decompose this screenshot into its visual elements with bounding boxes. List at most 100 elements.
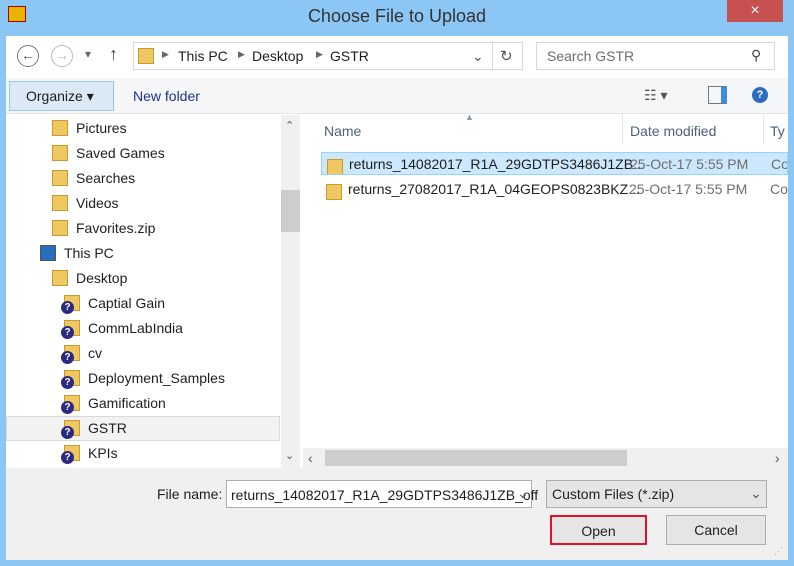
new-folder-button[interactable]: New folder — [133, 88, 200, 104]
unknown-folder-icon: ? — [61, 370, 80, 389]
tree-item-label: KPIs — [88, 445, 118, 461]
chevron-down-icon[interactable]: ⌄ — [472, 48, 484, 65]
searches-folder-icon — [52, 170, 68, 186]
tree-item[interactable]: Pictures — [52, 116, 127, 141]
window-title: Choose File to Upload — [307, 6, 487, 26]
file-name: returns_27082017_R1A_04GEOPS0823BKZ... — [348, 181, 640, 197]
tree-item[interactable]: Searches — [52, 166, 135, 191]
divider — [492, 43, 493, 69]
forward-button[interactable]: → — [51, 45, 73, 67]
tree-item-label: Pictures — [76, 120, 127, 136]
tree-item-label: Searches — [76, 170, 136, 186]
chevron-down-icon: ⌄ — [750, 485, 762, 501]
computer-icon — [40, 245, 56, 261]
tree-item[interactable]: Desktop — [52, 266, 127, 291]
tree-item-label: Desktop — [76, 270, 128, 286]
file-date: 25-Oct-17 5:55 PM — [629, 181, 748, 197]
scrollbar-thumb[interactable] — [325, 450, 627, 466]
file-type-select[interactable]: Custom Files (*.zip) ⌄ — [546, 480, 767, 508]
tree-item-label: cv — [88, 345, 102, 361]
saved-games-folder-icon — [52, 145, 68, 161]
unknown-folder-icon: ? — [61, 445, 80, 464]
file-row[interactable]: returns_27082017_R1A_04GEOPS0823BKZ... 25… — [321, 178, 788, 201]
zip-folder-icon — [52, 220, 68, 236]
folder-icon — [138, 48, 154, 64]
cancel-button[interactable]: Cancel — [666, 515, 766, 545]
breadcrumb-gstr[interactable]: GSTR — [330, 48, 369, 64]
divider — [622, 115, 623, 145]
tree-item[interactable]: This PC — [40, 241, 114, 266]
view-options-icon[interactable]: ☷ ▾ — [644, 87, 667, 104]
tree-item[interactable]: Videos — [52, 191, 119, 216]
tree-item[interactable]: ? KPIs — [61, 441, 118, 466]
tree-item-label: Captial Gain — [88, 295, 166, 311]
file-type: Co — [771, 156, 788, 172]
tree-scrollbar[interactable]: ⌃ ⌄ — [281, 115, 300, 468]
pictures-folder-icon — [52, 120, 68, 136]
back-button[interactable]: ← — [17, 45, 39, 67]
toolbar — [6, 78, 788, 114]
file-type-value: Custom Files (*.zip) — [552, 486, 675, 502]
unknown-folder-icon: ? — [61, 320, 80, 339]
tree-item[interactable]: ? CommLabIndia — [61, 316, 183, 341]
file-name-input[interactable]: returns_14082017_R1A_29GDTPS3486J1ZB_off… — [226, 480, 538, 508]
chevron-right-icon: ▶ — [162, 49, 169, 59]
chevron-down-icon[interactable]: ⌄ — [517, 485, 529, 502]
search-icon: ⚲ — [751, 47, 762, 63]
tree-item[interactable]: Favorites.zip — [52, 216, 155, 241]
file-date: 25-Oct-17 5:55 PM — [630, 156, 749, 172]
videos-folder-icon — [52, 195, 68, 211]
divider — [763, 115, 764, 145]
tree-item-label: This PC — [64, 245, 114, 261]
tree-item-label: Deployment_Samples — [88, 370, 225, 386]
resize-grip-icon[interactable]: ⋰ — [774, 546, 783, 557]
tree-item[interactable]: Saved Games — [52, 141, 165, 166]
zip-folder-icon — [326, 184, 342, 200]
preview-pane-icon[interactable] — [708, 86, 727, 104]
column-header-type[interactable]: Ty — [770, 123, 785, 139]
up-button[interactable]: ↑ — [109, 44, 118, 65]
tree-item-label: Favorites.zip — [76, 220, 156, 236]
scrollbar-thumb[interactable] — [281, 190, 300, 232]
unknown-folder-icon: ? — [61, 395, 80, 414]
search-input[interactable]: Search GSTR ⚲ — [536, 42, 775, 70]
tree-item[interactable]: ? Deployment_Samples — [61, 366, 225, 391]
breadcrumb-this-pc[interactable]: This PC — [178, 48, 228, 64]
tree-item-label: Gamification — [88, 395, 166, 411]
recent-locations-dropdown[interactable]: ▾ — [85, 47, 91, 61]
tree-item-label: Videos — [76, 195, 119, 211]
scroll-up-icon[interactable]: ⌃ — [285, 119, 294, 132]
open-button[interactable]: Open — [550, 515, 647, 545]
scroll-right-icon[interactable]: › — [775, 450, 780, 466]
column-header-name[interactable]: Name — [324, 123, 361, 139]
refresh-icon[interactable]: ↻ — [500, 47, 513, 65]
tree-item-label: Saved Games — [76, 145, 165, 161]
desktop-folder-icon — [52, 270, 68, 286]
scroll-down-icon[interactable]: ⌄ — [285, 449, 294, 462]
close-button[interactable]: × — [727, 0, 783, 22]
help-icon[interactable]: ? — [752, 87, 768, 103]
sort-ascending-icon: ▲ — [465, 112, 474, 122]
column-header-date-modified[interactable]: Date modified — [630, 123, 716, 139]
file-row[interactable]: returns_14082017_R1A_29GDTPS3486J1ZB... 2… — [321, 152, 788, 175]
file-name-label: File name: — [157, 486, 223, 502]
chevron-right-icon: ▶ — [238, 49, 245, 59]
tree-item[interactable]: ? GSTR — [6, 416, 280, 441]
file-list-horizontal-scrollbar[interactable]: ‹ › — [303, 448, 788, 468]
unknown-folder-icon: ? — [61, 420, 80, 439]
search-placeholder: Search GSTR — [547, 48, 635, 64]
breadcrumb-desktop[interactable]: Desktop — [252, 48, 303, 64]
scroll-left-icon[interactable]: ‹ — [308, 450, 313, 466]
tree-item[interactable]: ? Captial Gain — [61, 291, 166, 316]
tree-item-label: CommLabIndia — [88, 320, 183, 336]
file-name: returns_14082017_R1A_29GDTPS3486J1ZB... — [349, 156, 645, 172]
tree-item[interactable]: ? Gamification — [61, 391, 166, 416]
tree-item-label: GSTR — [88, 420, 127, 436]
address-bar[interactable]: ▶ This PC ▶ Desktop ▶ GSTR ⌄ ↻ — [133, 42, 523, 70]
organize-button[interactable]: Organize ▾ — [9, 81, 114, 111]
chevron-right-icon: ▶ — [316, 49, 323, 59]
unknown-folder-icon: ? — [61, 295, 80, 314]
tree-item[interactable]: ? cv — [61, 341, 102, 366]
zip-folder-icon — [327, 159, 343, 174]
file-type: Co — [770, 181, 788, 197]
